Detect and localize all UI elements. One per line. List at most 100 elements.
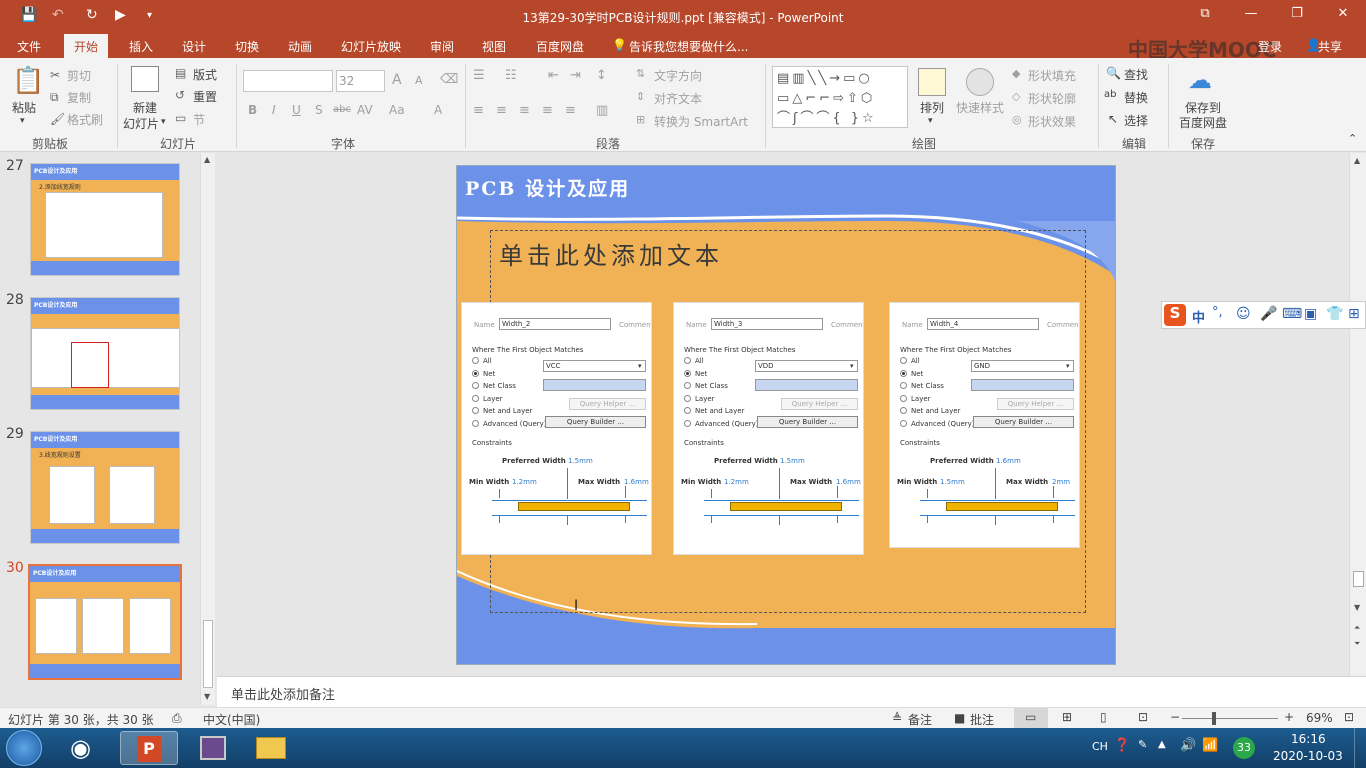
scope-radio[interactable] xyxy=(472,369,479,377)
scroll-up-icon[interactable]: ▲ xyxy=(1354,156,1360,165)
align-text-icon[interactable]: ⇕ xyxy=(636,90,645,103)
ime-mode[interactable]: 中 xyxy=(1192,307,1205,326)
reset-icon[interactable]: ↺ xyxy=(175,88,185,102)
scope-radio[interactable] xyxy=(472,394,479,402)
scope-radio[interactable] xyxy=(472,407,479,414)
arrange-dropdown-icon[interactable]: ▾ xyxy=(928,116,933,126)
rule-name-field[interactable]: Width_2 xyxy=(499,318,611,330)
grow-font-button[interactable]: A xyxy=(392,72,402,88)
shadow-button[interactable]: S xyxy=(315,103,323,117)
copy-button[interactable]: 复制 xyxy=(67,89,91,106)
fit-to-window-icon[interactable]: ⊡ xyxy=(1344,710,1354,724)
arrange-icon[interactable] xyxy=(918,68,946,96)
punctuation-icon[interactable]: °, xyxy=(1212,305,1223,320)
shrink-font-button[interactable]: A xyxy=(415,74,423,87)
ribbon-display-button[interactable]: ⧉ xyxy=(1182,6,1228,21)
bullets-icon[interactable]: ☰ xyxy=(473,68,485,83)
scroll-up-icon[interactable]: ▲ xyxy=(204,155,210,164)
clear-format-icon[interactable]: ⌫ xyxy=(440,72,458,87)
scope-option-label[interactable]: Net Class xyxy=(695,382,728,390)
char-spacing-button[interactable]: AV xyxy=(357,103,373,117)
font-name-input[interactable] xyxy=(243,70,333,92)
start-button-icon[interactable] xyxy=(6,730,42,766)
taskbar-app-powerpoint[interactable]: P xyxy=(120,731,178,765)
scope-option-label[interactable]: Layer xyxy=(911,395,931,403)
paste-icon[interactable]: 📋 xyxy=(12,66,44,96)
distribute-icon[interactable]: ≡ xyxy=(565,103,576,118)
tab-transitions[interactable]: 切换 xyxy=(235,38,259,55)
taskbar-app-winrar[interactable] xyxy=(184,731,242,765)
scope-option-label[interactable]: Net Class xyxy=(483,382,516,390)
query-builder-button[interactable]: Query Builder ... xyxy=(545,416,646,428)
replace-icon[interactable]: ab xyxy=(1104,89,1116,100)
emoji-icon[interactable]: ☺ xyxy=(1236,306,1251,322)
change-case-button[interactable]: Aa xyxy=(389,103,405,117)
scope-option-label[interactable]: Layer xyxy=(483,395,503,403)
slide-sorter-icon[interactable]: ⊞ xyxy=(1062,710,1072,724)
rule-name-field[interactable]: Width_4 xyxy=(927,318,1039,330)
select-icon[interactable]: ↖ xyxy=(1108,112,1118,126)
share-button[interactable]: 共享 xyxy=(1318,38,1342,55)
shape-effects-button[interactable]: 形状效果 xyxy=(1028,113,1076,130)
query-helper-button[interactable]: Query Helper ... xyxy=(781,398,858,410)
tab-slideshow[interactable]: 幻灯片放映 xyxy=(341,38,401,55)
replace-button[interactable]: 替换 xyxy=(1124,89,1148,106)
show-desktop-button[interactable] xyxy=(1354,728,1366,768)
scope-option-label[interactable]: Net xyxy=(695,370,707,378)
scope-radio[interactable] xyxy=(900,357,907,364)
net-select[interactable]: VDD xyxy=(755,360,858,372)
text-direction-button[interactable]: 文字方向 xyxy=(654,67,702,84)
new-slide-button[interactable]: 新建 xyxy=(133,99,157,116)
thumbnail-slide-30[interactable]: PCB设计及应用 xyxy=(28,564,182,680)
scope-radio[interactable] xyxy=(900,369,907,377)
scope-option-label[interactable]: Net and Layer xyxy=(911,407,960,415)
scope-option-label[interactable]: Layer xyxy=(695,395,715,403)
scope-radio[interactable] xyxy=(684,382,691,389)
net-select-dropdown-icon[interactable]: ▾ xyxy=(850,362,854,370)
scope-radio[interactable] xyxy=(472,357,479,364)
italic-button[interactable]: I xyxy=(272,103,276,117)
align-right-icon[interactable]: ≡ xyxy=(519,103,530,118)
toolbox-icon[interactable]: ▣ xyxy=(1304,306,1317,322)
align-center-icon[interactable]: ≡ xyxy=(496,103,507,118)
normal-view-icon[interactable]: ▭ xyxy=(1025,710,1036,724)
slideshow-icon[interactable]: ⊡ xyxy=(1138,710,1148,724)
paste-button[interactable]: 粘贴 xyxy=(12,99,36,116)
align-left-icon[interactable]: ≡ xyxy=(473,103,484,118)
shape-effects-icon[interactable]: ◎ xyxy=(1012,113,1022,126)
scope-radio[interactable] xyxy=(684,369,691,377)
maximize-button[interactable]: ❐ xyxy=(1274,6,1320,21)
notes-icon[interactable]: ≜ xyxy=(892,711,902,725)
scope-radio[interactable] xyxy=(684,394,691,402)
taskbar-app-explorer[interactable] xyxy=(242,731,300,765)
reading-view-icon[interactable]: ▯ xyxy=(1100,710,1107,724)
minimize-button[interactable]: — xyxy=(1228,6,1274,21)
arrange-button[interactable]: 排列 xyxy=(920,99,944,116)
query-builder-button[interactable]: Query Builder ... xyxy=(757,416,858,428)
tab-home[interactable]: 开始 xyxy=(64,34,109,58)
quick-styles-icon[interactable] xyxy=(966,68,994,96)
zoom-slider-thumb[interactable] xyxy=(1212,712,1216,725)
login-link[interactable]: 登录 xyxy=(1258,38,1282,55)
layout-icon[interactable]: ▤ xyxy=(175,66,186,80)
indent-icon[interactable]: ⇤ xyxy=(548,68,559,83)
cut-icon[interactable]: ✂ xyxy=(50,68,60,82)
net-select-dropdown-icon[interactable]: ▾ xyxy=(1066,362,1070,370)
strikethrough-button[interactable]: abc xyxy=(333,104,351,115)
thumbnails-scroll-thumb[interactable] xyxy=(203,620,213,688)
volume-icon[interactable]: 🔊 xyxy=(1180,738,1196,753)
query-helper-button[interactable]: Query Helper ... xyxy=(569,398,646,410)
baidu-cloud-icon[interactable]: ☁ xyxy=(1188,66,1212,94)
shape-fill-icon[interactable]: ◆ xyxy=(1012,67,1020,80)
new-slide-dropdown-icon[interactable]: ▾ xyxy=(161,117,166,127)
show-hidden-icons[interactable]: ▲ xyxy=(1158,739,1166,750)
query-helper-button[interactable]: Query Helper ... xyxy=(997,398,1074,410)
scope-option-label[interactable]: Advanced (Query) xyxy=(911,420,975,428)
outdent-icon[interactable]: ⇥ xyxy=(570,68,581,83)
tab-animations[interactable]: 动画 xyxy=(288,38,312,55)
scope-radio[interactable] xyxy=(684,407,691,414)
zoom-in-button[interactable]: + xyxy=(1284,710,1294,724)
thumbnail-slide-27[interactable]: PCB设计及应用 2.添加线宽规则 xyxy=(30,163,180,276)
justify-icon[interactable]: ≡ xyxy=(542,103,553,118)
scope-option-label[interactable]: All xyxy=(911,357,920,365)
